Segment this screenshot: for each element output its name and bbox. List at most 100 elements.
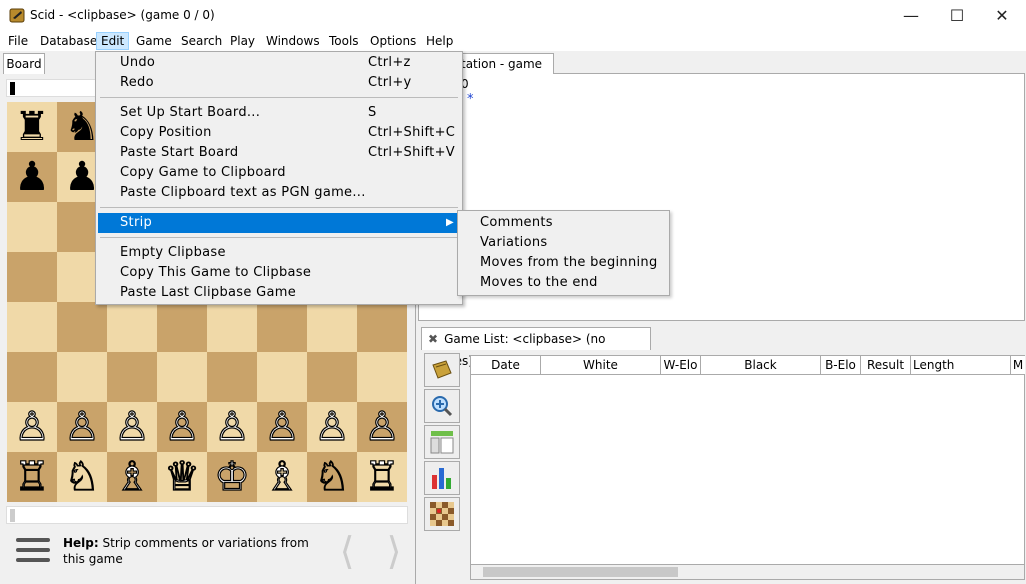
board-square[interactable]: ♙ bbox=[357, 402, 407, 452]
game-list-horizontal-scrollbar[interactable] bbox=[470, 564, 1025, 580]
zoom-icon[interactable] bbox=[424, 389, 460, 423]
menu-item-paste-start-board[interactable]: Paste Start Board Ctrl+Shift+V bbox=[98, 143, 460, 163]
board-square[interactable] bbox=[207, 302, 257, 352]
board-pattern-icon[interactable] bbox=[424, 497, 460, 531]
board-square[interactable]: ♙ bbox=[57, 402, 107, 452]
chess-piece[interactable]: ♖ bbox=[363, 456, 400, 497]
menu-item-set-up-start-board[interactable]: Set Up Start Board... S bbox=[98, 103, 460, 123]
chess-piece[interactable]: ♙ bbox=[163, 406, 200, 447]
menu-item-undo[interactable]: Undo Ctrl+z bbox=[98, 53, 460, 73]
submenu-item-moves-to-end[interactable]: Moves to the end bbox=[480, 273, 598, 293]
board-square[interactable]: ♙ bbox=[7, 402, 57, 452]
menu-item-redo[interactable]: Redo Ctrl+y bbox=[98, 73, 460, 93]
board-square[interactable] bbox=[157, 302, 207, 352]
menu-item-paste-last-clipbase-game[interactable]: Paste Last Clipbase Game bbox=[98, 283, 460, 303]
menu-item-copy-game-to-clipboard[interactable]: Copy Game to Clipboard bbox=[98, 163, 460, 183]
board-square[interactable]: ♙ bbox=[207, 402, 257, 452]
chess-piece[interactable]: ♕ bbox=[163, 456, 200, 497]
submenu-item-variations[interactable]: Variations bbox=[480, 233, 547, 253]
menu-search[interactable]: Search bbox=[177, 32, 226, 50]
board-square[interactable]: ♖ bbox=[357, 452, 407, 502]
board-square[interactable]: ♜ bbox=[7, 102, 57, 152]
menu-windows[interactable]: Windows bbox=[262, 32, 324, 50]
board-square[interactable] bbox=[357, 352, 407, 402]
chess-piece[interactable]: ♗ bbox=[113, 456, 150, 497]
board-square[interactable]: ♘ bbox=[307, 452, 357, 502]
chess-piece[interactable]: ♗ bbox=[263, 456, 300, 497]
board-square[interactable]: ♗ bbox=[257, 452, 307, 502]
column-header-black-elo[interactable]: B-Elo bbox=[821, 356, 861, 375]
board-square[interactable]: ♙ bbox=[157, 402, 207, 452]
previous-move-icon[interactable]: ⟨ bbox=[333, 531, 361, 571]
chess-piece[interactable]: ♙ bbox=[363, 406, 400, 447]
board-square[interactable] bbox=[307, 352, 357, 402]
menu-edit[interactable]: Edit bbox=[96, 32, 130, 50]
column-header-more[interactable]: M bbox=[1011, 356, 1025, 375]
board-square[interactable] bbox=[107, 302, 157, 352]
next-move-icon[interactable]: ⟩ bbox=[380, 531, 408, 571]
close-button[interactable]: ✕ bbox=[979, 0, 1025, 30]
menu-item-strip[interactable]: Strip ▶ bbox=[98, 213, 460, 233]
chess-piece[interactable]: ♙ bbox=[13, 406, 50, 447]
chess-piece[interactable]: ♙ bbox=[213, 406, 250, 447]
board-square[interactable] bbox=[7, 252, 57, 302]
submenu-item-comments[interactable]: Comments bbox=[480, 213, 553, 233]
menu-help[interactable]: Help bbox=[422, 32, 457, 50]
game-list-table[interactable]: Date White W-Elo Black B-Elo Result Leng… bbox=[470, 355, 1025, 580]
chess-piece[interactable]: ♙ bbox=[313, 406, 350, 447]
minimize-button[interactable]: — bbox=[888, 0, 934, 30]
board-square[interactable] bbox=[157, 352, 207, 402]
board-square[interactable]: ♕ bbox=[157, 452, 207, 502]
board-square[interactable] bbox=[107, 352, 157, 402]
chess-piece[interactable]: ♔ bbox=[213, 456, 250, 497]
tab-game-list[interactable]: ✖Game List: <clipbase> (no games) bbox=[421, 327, 651, 368]
board-square[interactable] bbox=[57, 302, 107, 352]
board-square[interactable]: ♙ bbox=[257, 402, 307, 452]
chess-piece[interactable]: ♙ bbox=[63, 406, 100, 447]
chess-piece[interactable]: ♟ bbox=[14, 157, 50, 197]
statistics-chart-icon[interactable] bbox=[424, 461, 460, 495]
maximize-button[interactable]: ☐ bbox=[934, 0, 980, 30]
menu-options[interactable]: Options bbox=[366, 32, 420, 50]
menu-item-copy-position[interactable]: Copy Position Ctrl+Shift+C bbox=[98, 123, 460, 143]
board-square[interactable]: ♟ bbox=[7, 152, 57, 202]
column-header-white[interactable]: White bbox=[541, 356, 661, 375]
board-square[interactable] bbox=[7, 352, 57, 402]
menu-play[interactable]: Play bbox=[226, 32, 259, 50]
menu-item-empty-clipbase[interactable]: Empty Clipbase bbox=[98, 243, 460, 263]
board-square[interactable] bbox=[307, 302, 357, 352]
board-square[interactable] bbox=[357, 302, 407, 352]
board-square[interactable]: ♔ bbox=[207, 452, 257, 502]
menu-game[interactable]: Game bbox=[132, 32, 176, 50]
board-square[interactable] bbox=[57, 352, 107, 402]
scrollbar-thumb[interactable] bbox=[483, 567, 678, 577]
tab-board[interactable]: Board bbox=[3, 53, 45, 74]
column-header-result[interactable]: Result bbox=[861, 356, 911, 375]
column-header-black[interactable]: Black bbox=[701, 356, 821, 375]
board-square[interactable] bbox=[257, 302, 307, 352]
menu-database[interactable]: Database bbox=[36, 32, 101, 50]
board-square[interactable]: ♘ bbox=[57, 452, 107, 502]
submenu-item-moves-from-beginning[interactable]: Moves from the beginning bbox=[480, 253, 658, 273]
column-header-date[interactable]: Date bbox=[471, 356, 541, 375]
tab-notation[interactable]: tation - game 0 bbox=[454, 53, 554, 91]
board-square[interactable]: ♙ bbox=[107, 402, 157, 452]
chess-piece[interactable]: ♘ bbox=[63, 456, 100, 497]
board-square[interactable] bbox=[207, 352, 257, 402]
hamburger-menu-icon[interactable] bbox=[16, 538, 50, 568]
menu-item-paste-clipboard-pgn[interactable]: Paste Clipboard text as PGN game... bbox=[98, 183, 460, 203]
board-square[interactable] bbox=[257, 352, 307, 402]
chess-piece[interactable]: ♙ bbox=[113, 406, 150, 447]
column-header-length[interactable]: Length bbox=[911, 356, 1011, 375]
chess-piece[interactable]: ♖ bbox=[13, 456, 50, 497]
close-tab-icon[interactable]: ✖ bbox=[428, 332, 438, 346]
board-square[interactable] bbox=[7, 202, 57, 252]
menu-tools[interactable]: Tools bbox=[325, 32, 363, 50]
column-header-white-elo[interactable]: W-Elo bbox=[661, 356, 701, 375]
menu-file[interactable]: File bbox=[4, 32, 32, 50]
menu-item-copy-game-to-clipbase[interactable]: Copy This Game to Clipbase bbox=[98, 263, 460, 283]
chess-piece[interactable]: ♜ bbox=[14, 107, 50, 147]
board-square[interactable] bbox=[7, 302, 57, 352]
board-square[interactable]: ♙ bbox=[307, 402, 357, 452]
chess-piece[interactable]: ♙ bbox=[263, 406, 300, 447]
